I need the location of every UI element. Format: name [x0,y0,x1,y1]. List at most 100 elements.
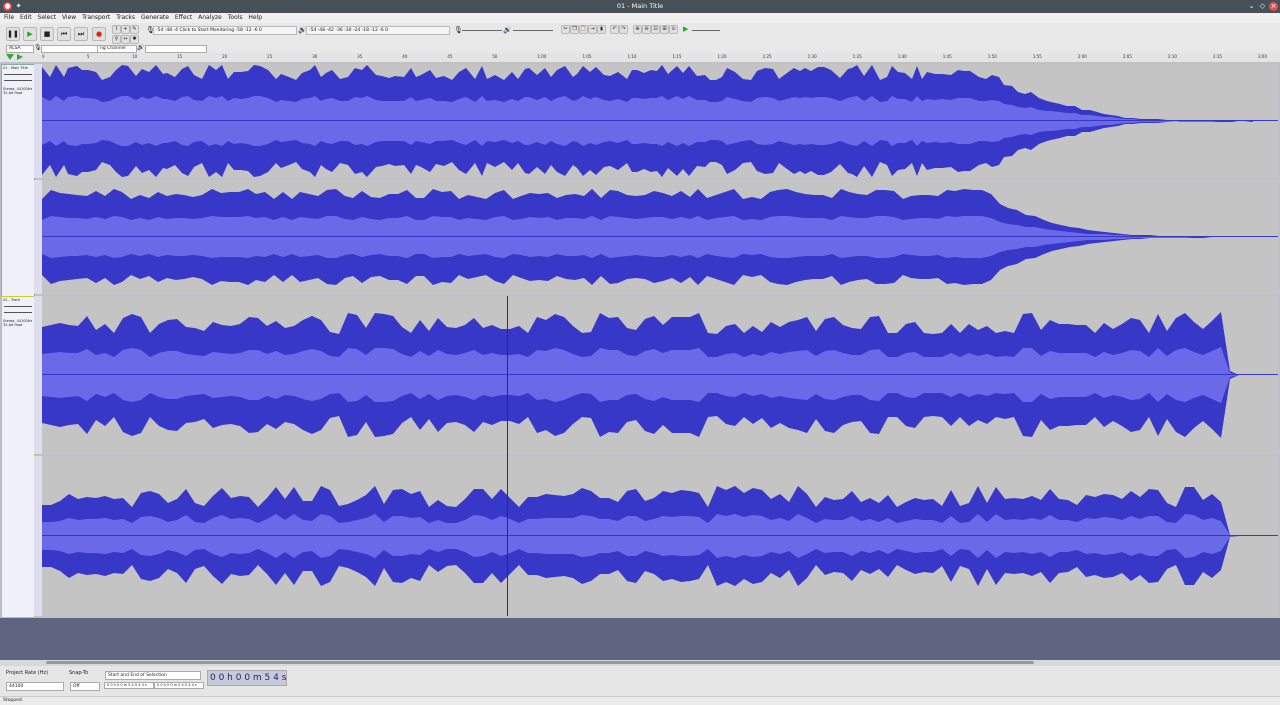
menu-generate[interactable]: Generate [141,13,169,23]
zoom-tool-icon[interactable]: ⚲ [112,35,121,44]
stop-button[interactable]: ■ [40,27,54,41]
pan-slider[interactable] [4,80,32,81]
window-title: 01 - Main Title [616,2,664,10]
ruler-tick: 15 [177,54,183,59]
menu-file[interactable]: File [4,13,14,23]
project-rate-select[interactable]: 44100 [6,682,64,691]
zoom-out-icon[interactable]: ⊖ [642,25,651,34]
play-head-icon[interactable] [17,54,23,60]
waveform-channel[interactable] [42,296,1278,454]
empty-track-area[interactable] [0,618,1280,660]
waveform-channel[interactable] [42,456,1278,616]
play-speed-slider[interactable] [692,30,720,31]
play-button[interactable]: ▶ [23,27,37,41]
ruler-tick: 1:45 [942,54,952,59]
track-control-panel[interactable]: 02 - Track Stereo, 44100Hz 32-bit float [1,296,35,618]
ruler-tick: 1:15 [672,54,682,59]
ruler-tick: 1:35 [852,54,862,59]
ruler-tick: 1:20 [717,54,727,59]
amplitude-scale [34,456,42,616]
fit-selection-icon[interactable]: ⊡ [651,25,660,34]
play-at-speed-icon[interactable]: ▶ [683,25,688,33]
record-button[interactable]: ● [92,27,106,41]
track-info: Stereo, 44100Hz 32-bit float [3,87,33,95]
title-bar: ● ✦ 01 - Main Title ⌄ ◇ × [0,0,1280,13]
ruler-tick: 25 [267,54,273,59]
audio-position-display[interactable]: 0 0 h 0 0 m 5 4 s [207,670,287,686]
track-control-panel[interactable]: 01 - Main Title Stereo, 44100Hz 32-bit f… [1,64,35,297]
selection-end-time[interactable]: 0 0 h 0 0 m 5 4.5 4 4 s [154,682,204,689]
audio-host-select[interactable]: ALSA [6,45,34,53]
copy-icon[interactable]: ❐ [570,25,579,34]
ruler-tick: 10 [132,54,138,59]
scrollbar-thumb[interactable] [46,661,1034,664]
menu-help[interactable]: Help [248,13,262,23]
record-volume-slider[interactable] [462,30,502,31]
pin-head-icon[interactable] [6,54,14,60]
silence-icon[interactable]: ▮ [597,25,606,34]
menu-select[interactable]: Select [38,13,57,23]
envelope-tool-icon[interactable]: + [121,25,130,34]
waveform-channel[interactable] [42,64,1278,178]
selection-mode-select[interactable]: Start and End of Selection [105,671,201,680]
ruler-tick: 5 [87,54,90,59]
ruler-tick: 30 [312,54,318,59]
playback-device-select[interactable] [145,45,207,53]
menu-effect[interactable]: Effect [175,13,192,23]
menu-view[interactable]: View [62,13,76,23]
minimize-icon[interactable]: ⌄ [1247,2,1256,11]
trim-icon[interactable]: ⇥ [588,25,597,34]
draw-tool-icon[interactable]: ✎ [130,25,139,34]
skip-start-button[interactable]: ⏮ [57,27,71,41]
fit-project-icon[interactable]: ⊞ [660,25,669,34]
selection-start-time[interactable]: 0 0 h 0 0 m 5 4.5 4 4 s [104,682,154,689]
pause-button[interactable]: ❚❚ [6,27,20,41]
redo-icon[interactable]: ↷ [619,25,628,34]
ruler-tick: 1:05 [582,54,592,59]
menu-tracks[interactable]: Tracks [116,13,135,23]
skip-end-button[interactable]: ⏭ [74,27,88,41]
gain-slider[interactable] [4,306,32,307]
multi-tool-icon[interactable]: ✱ [130,35,139,44]
playback-volume-icon: 🔊 [503,26,512,34]
recording-device-select[interactable] [41,45,99,53]
timeshift-tool-icon[interactable]: ↔ [121,35,130,44]
zoom-toggle-icon[interactable]: ⊙ [669,25,678,34]
waveform [42,65,1278,177]
ruler-tick: 1:25 [762,54,772,59]
ruler-tick: 50 [492,54,498,59]
menu-edit[interactable]: Edit [20,13,32,23]
amplitude-scale [34,64,42,178]
waveform-channel[interactable] [42,180,1278,294]
record-meter[interactable]: -54 -48 -4 Click to Start Monitoring -58… [153,26,297,35]
pan-slider[interactable] [4,312,32,313]
menu-transport[interactable]: Transport [82,13,110,23]
playback-meter[interactable]: -54 -48 -42 -36 -30 -24 -18 -12 -6 0 [306,26,450,35]
snap-to-select[interactable]: Off [70,682,100,691]
undo-icon[interactable]: ↶ [610,25,619,34]
menu-analyze[interactable]: Analyze [198,13,222,23]
menu-tools[interactable]: Tools [228,13,243,23]
gain-slider[interactable] [4,74,32,75]
ruler-tick: 2:15 [1212,54,1222,59]
amplitude-scale [34,180,42,294]
recording-channels-select[interactable]: ng Channel [97,45,137,53]
ruler-tick: 2:10 [1167,54,1177,59]
play-cursor [507,296,508,616]
ruler-tick: 1:30 [807,54,817,59]
maximize-icon[interactable]: ◇ [1258,2,1267,11]
track-name[interactable]: 01 - Main Title [2,65,34,71]
close-icon[interactable]: × [1269,2,1278,11]
paste-icon[interactable]: 📋 [579,25,588,34]
track-info: Stereo, 44100Hz 32-bit float [3,319,33,327]
playback-volume-slider[interactable] [513,30,553,31]
track-name[interactable]: 02 - Track [2,297,34,303]
selection-tool-icon[interactable]: I [112,25,121,34]
menu-bar: File Edit Select View Transport Tracks G… [0,13,1280,23]
zoom-in-icon[interactable]: ⊕ [633,25,642,34]
ruler-tick: 3:00 [1258,54,1267,59]
waveform [42,312,1278,438]
ruler-tick: 1:00 [537,54,547,59]
monitor-text: Click to Start Monitoring [179,28,235,33]
cut-icon[interactable]: ✂ [561,25,570,34]
